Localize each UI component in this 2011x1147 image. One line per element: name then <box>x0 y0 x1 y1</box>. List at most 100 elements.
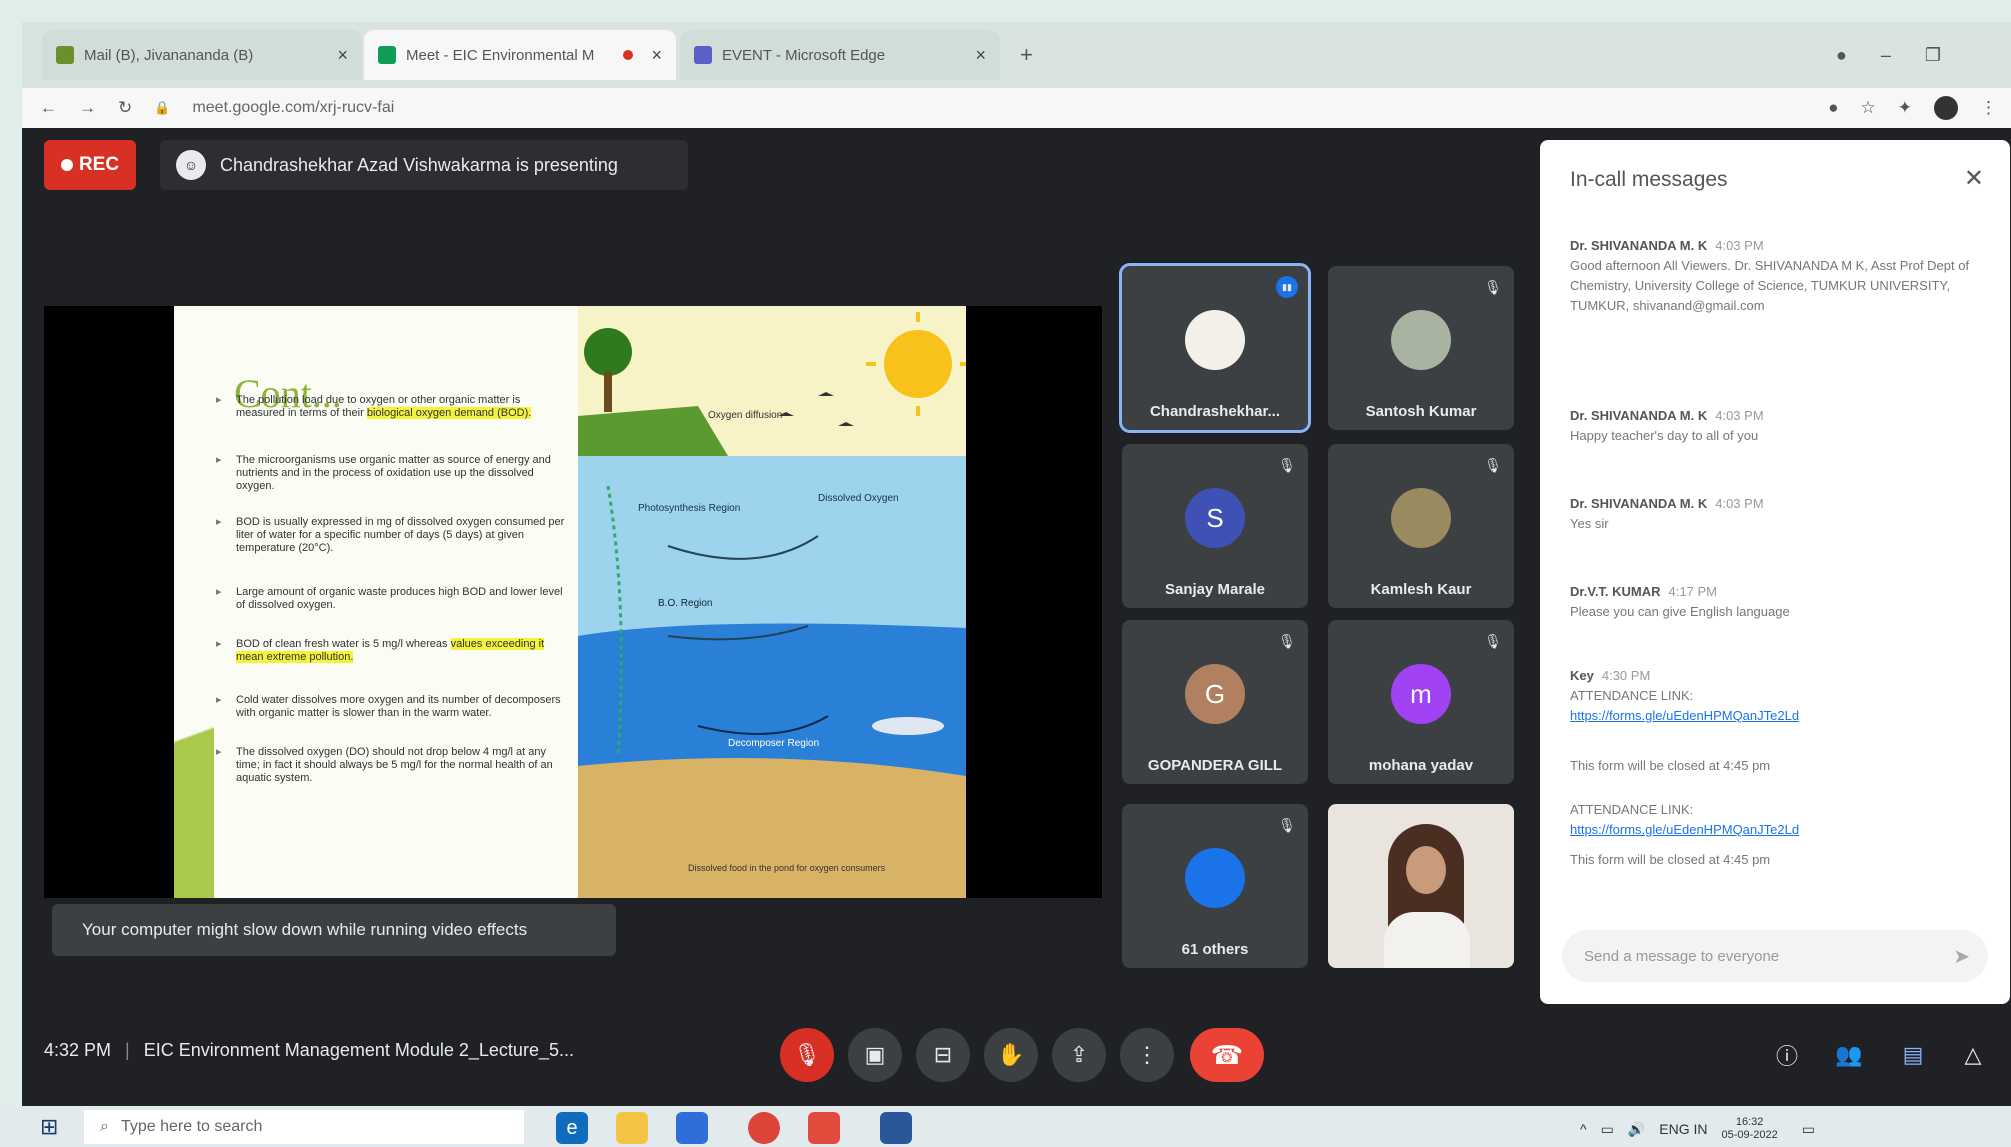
more-options-button[interactable]: ⋮ <box>1120 1028 1174 1082</box>
participant-avatar: m <box>1391 664 1451 724</box>
chat-message-header: Dr. SHIVANANDA M. K 4:03 PM <box>1570 236 1980 256</box>
participant-tile[interactable]: S Sanjay Marale 🎙 <box>1122 444 1308 608</box>
slide-bullet: The pollution load due to oxygen or othe… <box>216 394 566 420</box>
start-icon[interactable]: ⊞ <box>40 1114 58 1140</box>
taskbar-folder-icon[interactable] <box>616 1112 648 1144</box>
maximize-icon[interactable]: ❐ <box>1925 45 1941 66</box>
taskbar-search[interactable]: ⌕ Type here to search <box>84 1110 524 1144</box>
meeting-info: 4:32 PM | EIC Environment Management Modul… <box>44 1040 574 1061</box>
presenting-banner: ☺ Chandrashekhar Azad Vishwakarma is pre… <box>160 140 688 190</box>
taskbar-edge-icon[interactable]: e <box>556 1112 588 1144</box>
participant-tile[interactable]: Santosh Kumar 🎙 <box>1328 266 1514 430</box>
new-tab-button[interactable]: + <box>1006 30 1046 80</box>
phone-hangup-icon: ☎ <box>1210 1039 1244 1070</box>
chat-time: 4:17 PM <box>1668 584 1717 599</box>
chat-button[interactable]: ▤ <box>1896 1038 1930 1072</box>
recording-dot-icon <box>623 50 634 60</box>
forward-icon[interactable]: → <box>79 98 96 118</box>
search-icon: ⌕ <box>100 1118 109 1135</box>
chat-message: ATTENDANCE LINK: https://forms.gle/uEdenH… <box>1570 800 1980 840</box>
mic-muted-icon: 🎙 <box>1278 816 1296 833</box>
people-button[interactable]: 👥 <box>1832 1038 1866 1072</box>
sun-icon <box>884 330 952 398</box>
taskbar-chrome-icon[interactable] <box>748 1112 780 1144</box>
back-icon[interactable]: ← <box>40 98 57 118</box>
profile-avatar-icon[interactable] <box>1934 96 1958 120</box>
present-button[interactable]: ⇪ <box>1052 1028 1106 1082</box>
chat-message: Key 4:30 PM ATTENDANCE LINK: https://forms.… <box>1570 666 1980 726</box>
chat-message: This form will be closed at 4:45 pm <box>1570 756 1980 776</box>
star-icon[interactable]: ☆ <box>1861 98 1876 118</box>
extensions-icon[interactable]: ✦ <box>1898 98 1912 118</box>
fish-icon <box>872 717 944 735</box>
close-tab-icon[interactable]: × <box>975 45 986 66</box>
participant-name: Sanjay Marale <box>1164 581 1266 598</box>
url-input[interactable]: meet.google.com/xrj-rucv-fai <box>192 99 394 117</box>
chat-time: 4:03 PM <box>1715 238 1764 253</box>
participant-tile[interactable]: 61 others 🎙 <box>1122 804 1308 968</box>
chat-message-header: Dr.V.T. KUMAR 4:17 PM <box>1570 582 1980 602</box>
profile-dot-icon[interactable]: ● <box>1836 45 1847 66</box>
activities-button[interactable]: △ <box>1956 1038 1990 1072</box>
send-icon[interactable]: ➤ <box>1953 944 1970 969</box>
participant-tile[interactable]: Kamlesh Kaur 🎙 <box>1328 444 1514 608</box>
mic-muted-icon: 🎙 <box>1484 456 1502 473</box>
participant-name: Chandrashekhar... <box>1149 403 1281 420</box>
volume-icon[interactable]: 🔊 <box>1628 1121 1645 1138</box>
pond-diagram: Oxygen diffusion Photosynthesis Region D… <box>578 306 966 898</box>
chat-link[interactable]: https://forms.gle/uEdenHPMQanJTe2Ld <box>1570 706 1980 726</box>
browser-tab-strip: Mail (B), Jivanananda (B) × Meet - EIC E… <box>22 22 2011 88</box>
close-tab-icon[interactable]: × <box>651 45 662 66</box>
meeting-title[interactable]: EIC Environment Management Module 2_Lect… <box>144 1040 574 1060</box>
reload-icon[interactable]: ↻ <box>118 98 132 118</box>
taskbar-clock[interactable]: 16:32 05-09-2022 <box>1721 1116 1777 1142</box>
taskbar-store-icon[interactable] <box>676 1112 708 1144</box>
chat-text: Please you can give English language <box>1570 604 1790 619</box>
notifications-icon[interactable]: ▭ <box>1802 1121 1815 1138</box>
minimize-icon[interactable]: – <box>1881 45 1891 66</box>
slide-text-panel: Cont... The pollution load due to oxygen… <box>174 306 578 898</box>
meeting-time: 4:32 PM <box>44 1040 112 1060</box>
chat-link[interactable]: https://forms.gle/uEdenHPMQanJTe2Ld <box>1570 820 1980 840</box>
lock-icon: 🔒 <box>154 100 171 115</box>
video-effects-toast: Your computer might slow down while runn… <box>52 904 616 956</box>
camera-status-icon[interactable]: ● <box>1828 98 1838 118</box>
meeting-details-button[interactable]: ⓘ <box>1770 1038 1804 1072</box>
slide-decoration <box>174 626 214 898</box>
captions-button[interactable]: ⊟ <box>916 1028 970 1082</box>
raise-hand-button[interactable]: ✋ <box>984 1028 1038 1082</box>
window-controls: ● – ❐ <box>1822 30 2002 80</box>
shared-slide: Cont... The pollution load due to oxygen… <box>174 306 966 898</box>
participant-tile[interactable]: G GOPANDERA GILL 🎙 <box>1122 620 1308 784</box>
close-icon[interactable]: ✕ <box>1964 164 1984 193</box>
meet-favicon-icon <box>378 46 396 64</box>
tray-chevron-icon[interactable]: ^ <box>1580 1121 1587 1137</box>
tab-label: Mail (B), Jivanananda (B) <box>84 46 254 64</box>
chat-author: Dr. SHIVANANDA M. K <box>1570 238 1708 253</box>
taskbar-app2-icon[interactable] <box>880 1112 912 1144</box>
chat-message-input[interactable]: Send a message to everyone ➤ <box>1562 930 1988 982</box>
chat-text: This form will be closed at 4:45 pm <box>1570 758 1771 773</box>
browser-tab-mail[interactable]: Mail (B), Jivanananda (B) × <box>42 30 362 80</box>
participant-tile[interactable]: m mohana yadav 🎙 <box>1328 620 1514 784</box>
chat-time: 4:03 PM <box>1715 496 1764 511</box>
participant-tile[interactable]: Chandrashekhar... ▮▮ <box>1119 263 1311 433</box>
clock-date: 05-09-2022 <box>1721 1129 1778 1141</box>
record-dot-icon <box>60 159 73 171</box>
taskbar-lang[interactable]: ENG IN <box>1659 1121 1707 1137</box>
leave-call-button[interactable]: ☎ <box>1190 1028 1264 1082</box>
menu-icon[interactable]: ⋮ <box>1980 98 1997 118</box>
address-bar-row: ← → ↻ 🔒 meet.google.com/xrj-rucv-fai ● ☆… <box>22 88 2011 128</box>
browser-tab-meet[interactable]: Meet - EIC Environmental M × <box>364 30 676 80</box>
close-tab-icon[interactable]: × <box>337 45 348 66</box>
mic-off-button[interactable]: 🎙 <box>780 1028 834 1082</box>
network-icon[interactable]: ▭ <box>1601 1121 1614 1138</box>
participant-avatar: G <box>1185 664 1245 724</box>
bullet-text: The dissolved oxygen (DO) should not dro… <box>236 746 553 784</box>
participant-avatar <box>1185 310 1245 370</box>
taskbar-app-icon[interactable] <box>808 1112 840 1144</box>
bullet-highlight: biological oxygen demand (BOD). <box>366 407 532 419</box>
self-video-tile[interactable] <box>1328 804 1514 968</box>
browser-tab-event[interactable]: EVENT - Microsoft Edge × <box>680 30 1000 80</box>
camera-button[interactable]: ▣ <box>848 1028 902 1082</box>
